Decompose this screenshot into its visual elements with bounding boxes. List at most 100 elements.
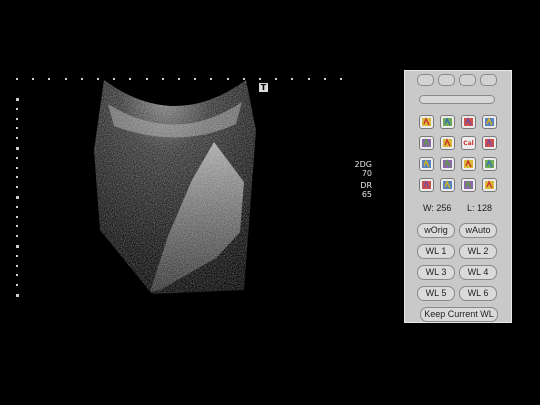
tool-button-4[interactable] xyxy=(482,115,497,129)
scale-dot xyxy=(16,156,18,159)
hand-tool-icon xyxy=(421,117,432,127)
scale-dot xyxy=(16,245,19,248)
scale-dot xyxy=(16,98,19,101)
tool-button-2[interactable] xyxy=(440,115,455,129)
info-dr-label: DR xyxy=(360,181,372,190)
scale-dot xyxy=(16,147,19,150)
panel-slider[interactable] xyxy=(419,95,495,104)
info-dr-value: 65 xyxy=(361,190,372,199)
reset-tool-icon xyxy=(442,180,453,190)
wl5-button[interactable]: WL 5 xyxy=(417,286,455,301)
scale-dot xyxy=(16,274,18,277)
scale-dot xyxy=(16,107,18,110)
scale-dot xyxy=(64,78,67,80)
save-tool-icon xyxy=(463,159,474,169)
scale-dot xyxy=(16,215,18,218)
panel-top-button-4[interactable] xyxy=(480,74,497,86)
tool-button-1[interactable] xyxy=(419,115,434,129)
scale-dot xyxy=(16,294,19,297)
scale-dot xyxy=(307,78,310,80)
scale-dot xyxy=(16,264,18,267)
wl3-button[interactable]: WL 3 xyxy=(417,265,455,280)
scale-dot xyxy=(291,78,294,80)
info-2dg-label: 2DG xyxy=(354,160,372,169)
scale-dot xyxy=(226,78,229,80)
book-tool-icon xyxy=(421,159,432,169)
scale-dot xyxy=(210,78,213,80)
tool-button-6[interactable] xyxy=(440,136,455,150)
scale-dot xyxy=(32,78,35,80)
scale-dot xyxy=(16,117,18,120)
control-panel: Cal W: 256 L: 128 wOrig wAuto WL 1 WL 2 … xyxy=(404,70,512,323)
scale-dot xyxy=(16,78,18,80)
settings-tool-icon xyxy=(421,180,432,190)
transducer-marker: T xyxy=(259,83,268,92)
panel-top-button-3[interactable] xyxy=(459,74,476,86)
tool-button-10[interactable] xyxy=(440,157,455,171)
wl6-button[interactable]: WL 6 xyxy=(459,286,497,301)
flag-tool-icon xyxy=(484,117,495,127)
tool-button-3[interactable] xyxy=(461,115,476,129)
level-readout: L: 128 xyxy=(467,203,493,213)
scale-dot xyxy=(242,78,245,80)
tool-button-8[interactable] xyxy=(482,136,497,150)
info-dr: DR 65 xyxy=(352,181,372,199)
wauto-button[interactable]: wAuto xyxy=(459,223,497,238)
wl4-button[interactable]: WL 4 xyxy=(459,265,497,280)
scale-dot xyxy=(16,235,18,238)
window-readout: W: 256 xyxy=(423,203,452,213)
scale-dot xyxy=(323,78,326,80)
tool-button-16[interactable] xyxy=(482,178,497,192)
scale-dot xyxy=(16,137,18,140)
scale-dot xyxy=(16,254,18,257)
scale-dot xyxy=(161,78,164,80)
scale-dot xyxy=(113,78,116,80)
scale-dot xyxy=(340,78,342,80)
layers-tool-icon xyxy=(484,159,495,169)
scale-dot xyxy=(16,225,18,228)
tool-button-13[interactable] xyxy=(419,178,434,192)
measure-tool-icon xyxy=(421,138,432,148)
wl2-button[interactable]: WL 2 xyxy=(459,244,497,259)
scale-dot xyxy=(48,78,51,80)
calibrate-tool-icon: Cal xyxy=(463,139,474,147)
scale-dot xyxy=(178,78,180,80)
scale-dot xyxy=(145,78,148,80)
scale-dot xyxy=(16,127,18,130)
pan-tool-icon xyxy=(463,117,474,127)
scale-dot xyxy=(16,176,18,179)
disk-tool-icon xyxy=(463,180,474,190)
scale-dot xyxy=(16,284,18,287)
tool-button-7[interactable]: Cal xyxy=(461,136,476,150)
scale-dot xyxy=(275,78,278,80)
tool-button-15[interactable] xyxy=(461,178,476,192)
tool-button-5[interactable] xyxy=(419,136,434,150)
ultrasound-viewport[interactable]: T 2DG 70 DR 65 xyxy=(0,0,400,405)
scale-dot xyxy=(97,78,99,80)
copy-tool-icon xyxy=(442,138,453,148)
tool-button-11[interactable] xyxy=(461,157,476,171)
info-2dg-value: 70 xyxy=(361,169,372,178)
worig-button[interactable]: wOrig xyxy=(417,223,455,238)
scale-dot xyxy=(16,186,18,189)
bookmark-tool-icon xyxy=(442,159,453,169)
scale-dot xyxy=(16,196,19,199)
print-tool-icon xyxy=(484,180,495,190)
tool-button-12[interactable] xyxy=(482,157,497,171)
info-2dg: 2DG 70 xyxy=(352,160,372,178)
magnify-tool-icon xyxy=(484,138,495,148)
tool-button-9[interactable] xyxy=(419,157,434,171)
scale-dot xyxy=(129,78,132,80)
scale-dot xyxy=(16,166,18,169)
tool-button-14[interactable] xyxy=(440,178,455,192)
scale-dot xyxy=(259,78,261,80)
scale-dot xyxy=(16,205,18,208)
wl1-button[interactable]: WL 1 xyxy=(417,244,455,259)
scale-dot xyxy=(194,78,197,80)
ultrasound-image xyxy=(94,80,256,294)
zoom-tool-icon xyxy=(442,117,453,127)
keep-current-wl-button[interactable]: Keep Current WL xyxy=(420,307,498,322)
panel-top-button-2[interactable] xyxy=(438,74,455,86)
panel-top-button-1[interactable] xyxy=(417,74,434,86)
scale-dot xyxy=(80,78,83,80)
